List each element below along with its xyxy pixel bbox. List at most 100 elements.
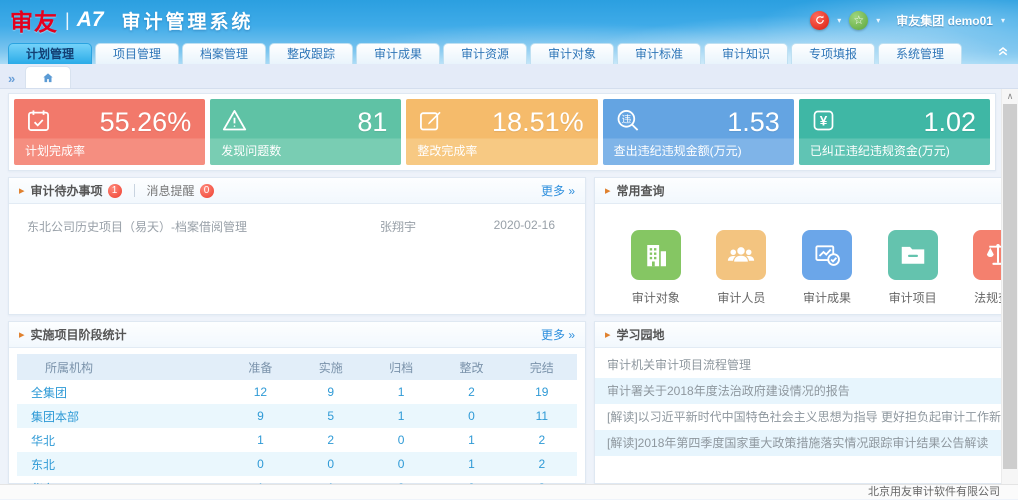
stage-column-header: 归档 bbox=[366, 354, 436, 380]
expand-menu-icon[interactable]: » bbox=[8, 71, 15, 86]
stat-card-label: 发现问题数 bbox=[221, 142, 281, 159]
yen-icon: ¥ bbox=[810, 107, 837, 137]
learning-item[interactable]: 审计署关于2018年度法治政府建设情况的报告 bbox=[595, 378, 1018, 404]
tab-2[interactable]: 档案管理 bbox=[182, 43, 266, 64]
svg-text:违: 违 bbox=[621, 114, 631, 125]
stage-count-link[interactable]: 2 bbox=[436, 380, 506, 404]
quick-link-label: 审计人员 bbox=[716, 289, 766, 306]
scrollbar-thumb[interactable] bbox=[1003, 104, 1017, 469]
quick-link-3[interactable]: 审计项目 bbox=[888, 230, 938, 306]
stage-org-link[interactable]: 东北 bbox=[17, 452, 225, 476]
tab-8[interactable]: 审计知识 bbox=[704, 43, 788, 64]
stage-count-link[interactable]: 9 bbox=[296, 380, 366, 404]
stage-count-link[interactable]: 11 bbox=[507, 404, 577, 428]
stage-count-link[interactable]: 0 bbox=[436, 404, 506, 428]
scroll-up-icon[interactable]: ∧ bbox=[1002, 89, 1018, 104]
nav-tabs: 计划管理项目管理档案管理整改跟踪审计成果审计资源审计对象审计标准审计知识专项填报… bbox=[8, 43, 965, 64]
brand-row: 审友 | A7 审计管理系统 ▾ ☆ ▾ 审友集团 demo01 ▾ bbox=[0, 0, 1018, 40]
stat-card-value: 1.53 bbox=[727, 107, 780, 138]
home-tab[interactable] bbox=[25, 66, 71, 88]
tab-1[interactable]: 项目管理 bbox=[95, 43, 179, 64]
stage-count-link[interactable]: 5 bbox=[296, 404, 366, 428]
stage-count-link[interactable]: 0 bbox=[366, 428, 436, 452]
tab-5[interactable]: 审计资源 bbox=[443, 43, 527, 64]
dashboard: 55.26%计划完成率 81 发现问题数 18.51%整改完成率 违 1.53 查出违纪违规… bbox=[0, 89, 1018, 484]
stage-count-link[interactable]: 12 bbox=[225, 380, 295, 404]
stage-table: 所属机构准备实施归档整改完结 全集团1291219集团本部951011华北120… bbox=[17, 354, 577, 500]
top-banner: 审友 | A7 审计管理系统 ▾ ☆ ▾ 审友集团 demo01 ▾ 计划管理项… bbox=[0, 0, 1018, 64]
learning-item[interactable]: [解读]以习近平新时代中国特色社会主义思想为指导 更好担负起审计工作新职责新..… bbox=[595, 404, 1018, 430]
todo-list: 东北公司历史项目（易天）-档案借阅管理张翔宇2020-02-16 bbox=[9, 204, 585, 235]
stat-card-label: 整改完成率 bbox=[417, 142, 477, 159]
stage-stats-header: ▸ 实施项目阶段统计 更多 » bbox=[9, 322, 585, 348]
quick-links: 审计对象审计人员审计成果审计项目法规查询 bbox=[595, 204, 1018, 306]
stage-count-link[interactable]: 1 bbox=[436, 452, 506, 476]
triangle-bullet-icon: ▸ bbox=[19, 328, 25, 341]
quick-link-2[interactable]: 审计成果 bbox=[802, 230, 852, 306]
stat-card-value: 81 bbox=[357, 107, 387, 138]
triangle-bullet-icon: ▸ bbox=[605, 328, 611, 341]
chevrons-up-icon bbox=[996, 45, 1010, 57]
messages-tab[interactable]: 消息提醒 bbox=[147, 182, 195, 199]
stage-count-link[interactable]: 1 bbox=[366, 380, 436, 404]
todo-more-link[interactable]: 更多 » bbox=[541, 182, 575, 199]
tab-4[interactable]: 审计成果 bbox=[356, 43, 440, 64]
violation-search-icon: 违 bbox=[614, 107, 641, 137]
stat-card-label: 查出违纪违规金额(万元) bbox=[614, 142, 742, 159]
logo-brand: 审友 bbox=[10, 3, 58, 37]
stat-card-value: 1.02 bbox=[923, 107, 976, 138]
tab-6[interactable]: 审计对象 bbox=[530, 43, 614, 64]
learning-panel: ▸ 学习园地 更多 » 审计机关审计项目流程管理审计署关于2018年度法治政府建… bbox=[594, 321, 1018, 484]
stage-org-link[interactable]: 集团本部 bbox=[17, 404, 225, 428]
stage-org-link[interactable]: 全集团 bbox=[17, 380, 225, 404]
stage-org-link[interactable]: 华北 bbox=[17, 428, 225, 452]
sync-button[interactable] bbox=[810, 11, 829, 30]
stat-card-2[interactable]: 18.51%整改完成率 bbox=[406, 99, 597, 165]
stage-count-link[interactable]: 1 bbox=[366, 404, 436, 428]
favorite-button[interactable]: ☆ bbox=[849, 11, 868, 30]
stage-more-link[interactable]: 更多 » bbox=[541, 326, 575, 343]
org-user-menu[interactable]: 审友集团 demo01 bbox=[896, 12, 993, 29]
table-row: 全集团1291219 bbox=[17, 380, 577, 404]
quick-link-1[interactable]: 审计人员 bbox=[716, 230, 766, 306]
todo-tab[interactable]: 审计待办事项 bbox=[31, 182, 103, 199]
caret-down-icon: ▾ bbox=[1001, 16, 1005, 25]
todo-panel-header: ▸ 审计待办事项 1 消息提醒 0 更多 » bbox=[9, 178, 585, 204]
stage-count-link[interactable]: 2 bbox=[507, 428, 577, 452]
todo-date: 2020-02-16 bbox=[475, 218, 555, 235]
collapse-nav-button[interactable] bbox=[996, 45, 1010, 60]
vertical-scrollbar[interactable]: ∧ bbox=[1001, 89, 1018, 484]
svg-text:¥: ¥ bbox=[820, 114, 828, 129]
stage-count-link[interactable]: 0 bbox=[366, 452, 436, 476]
stage-table-body: 全集团1291219集团本部951011华北12012东北00012华东1100… bbox=[17, 380, 577, 500]
quick-link-0[interactable]: 审计对象 bbox=[631, 230, 681, 306]
stat-card-3[interactable]: 违 1.53 查出违纪违规金额(万元) bbox=[603, 99, 794, 165]
folder-icon bbox=[888, 230, 938, 280]
todo-item[interactable]: 东北公司历史项目（易天）-档案借阅管理张翔宇2020-02-16 bbox=[9, 204, 585, 235]
tab-9[interactable]: 专项填报 bbox=[791, 43, 875, 64]
stage-count-link[interactable]: 19 bbox=[507, 380, 577, 404]
stage-count-link[interactable]: 9 bbox=[225, 404, 295, 428]
tab-10[interactable]: 系统管理 bbox=[878, 43, 962, 64]
stage-count-link[interactable]: 2 bbox=[296, 428, 366, 452]
todo-panel: ▸ 审计待办事项 1 消息提醒 0 更多 » 东北公司历史项目（易天）-档案借阅… bbox=[8, 177, 586, 315]
learning-header: ▸ 学习园地 更多 » bbox=[595, 322, 1018, 348]
stage-count-link[interactable]: 0 bbox=[225, 452, 295, 476]
tab-0[interactable]: 计划管理 bbox=[8, 43, 92, 64]
stage-count-link[interactable]: 2 bbox=[507, 452, 577, 476]
tab-3[interactable]: 整改跟踪 bbox=[269, 43, 353, 64]
building-icon bbox=[631, 230, 681, 280]
learning-item[interactable]: 审计机关审计项目流程管理 bbox=[595, 352, 1018, 378]
triangle-bullet-icon: ▸ bbox=[19, 184, 25, 197]
stage-count-link[interactable]: 1 bbox=[436, 428, 506, 452]
stage-count-link[interactable]: 0 bbox=[296, 452, 366, 476]
stat-card-0[interactable]: 55.26%计划完成率 bbox=[14, 99, 205, 165]
calendar-check-icon bbox=[25, 107, 52, 137]
tab-7[interactable]: 审计标准 bbox=[617, 43, 701, 64]
stat-card-1[interactable]: 81 发现问题数 bbox=[210, 99, 401, 165]
learning-item[interactable]: [解读]2018年第四季度国家重大政策措施落实情况跟踪审计结果公告解读 bbox=[595, 430, 1018, 456]
stage-count-link[interactable]: 1 bbox=[225, 428, 295, 452]
footer: 北京用友审计软件有限公司 bbox=[0, 484, 1018, 499]
stat-card-4[interactable]: ¥1.02已纠正违纪违规资金(万元) bbox=[799, 99, 990, 165]
user-area: ▾ ☆ ▾ 审友集团 demo01 ▾ bbox=[810, 11, 1008, 30]
